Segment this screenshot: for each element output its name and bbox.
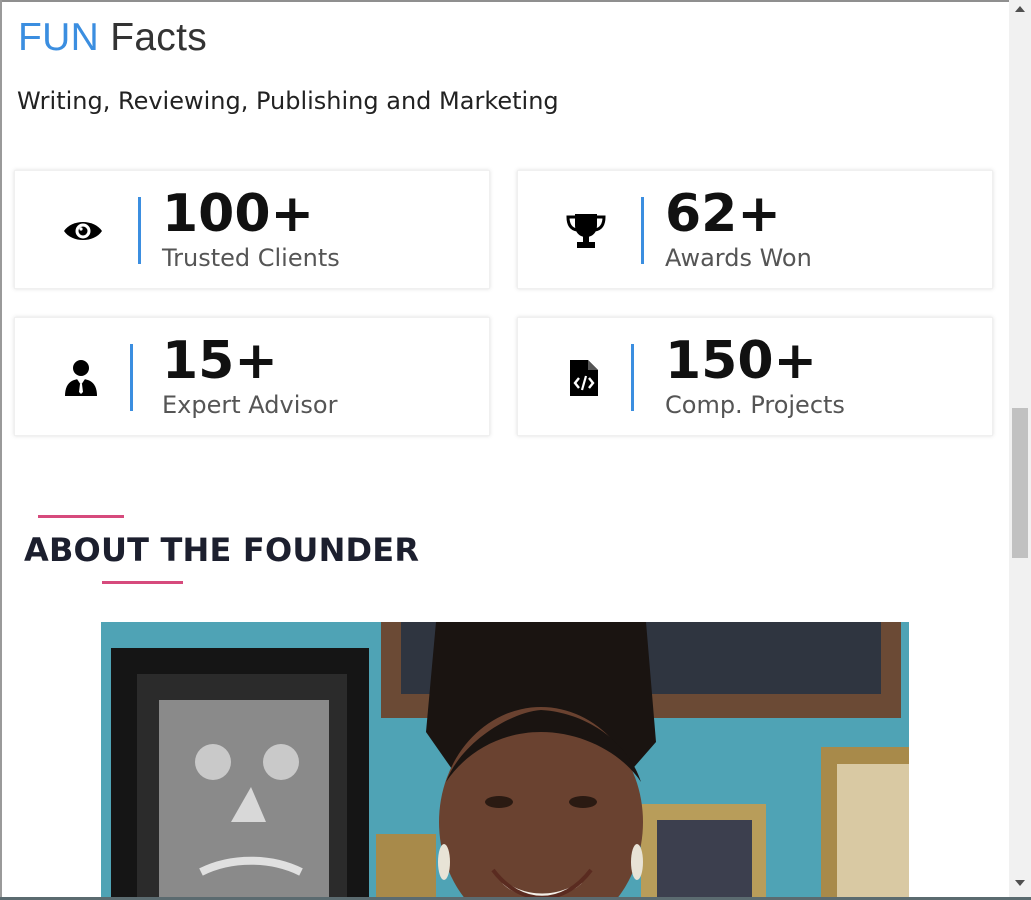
vertical-scrollbar[interactable] <box>1009 0 1031 897</box>
stat-label: Expert Advisor <box>162 391 338 419</box>
section-accent-line-top <box>38 515 124 518</box>
code-file-icon <box>562 358 606 398</box>
fun-facts-heading: FUN Facts <box>18 14 207 62</box>
heading-rest: Facts <box>99 16 208 59</box>
stat-divider <box>641 197 644 264</box>
stat-divider <box>130 344 133 411</box>
stat-card-expert-advisor: 15+ Expert Advisor <box>14 317 490 436</box>
section-accent-line-bottom <box>102 581 183 584</box>
stat-divider <box>138 197 141 264</box>
stat-value: 100+ <box>162 184 315 244</box>
trophy-icon <box>564 211 608 251</box>
stat-label: Awards Won <box>665 244 812 272</box>
stat-card-trusted-clients: 100+ Trusted Clients <box>14 170 490 289</box>
fun-facts-subtitle: Writing, Reviewing, Publishing and Marke… <box>17 87 559 115</box>
eye-icon <box>61 211 105 251</box>
stat-card-comp-projects: 150+ Comp. Projects <box>517 317 993 436</box>
scroll-up-arrow-icon[interactable] <box>1015 6 1025 12</box>
stat-value: 15+ <box>162 331 278 391</box>
window-frame-top <box>0 0 1031 2</box>
stat-label: Trusted Clients <box>162 244 340 272</box>
stat-value: 150+ <box>665 331 818 391</box>
stat-value: 62+ <box>665 184 781 244</box>
scroll-down-arrow-icon[interactable] <box>1015 880 1025 886</box>
stat-card-awards-won: 62+ Awards Won <box>517 170 993 289</box>
advisor-icon <box>59 358 103 398</box>
founder-section-title: ABOUT THE FOUNDER <box>24 531 420 569</box>
stat-divider <box>631 344 634 411</box>
scrollbar-thumb[interactable] <box>1012 408 1028 558</box>
page-viewport: FUN Facts Writing, Reviewing, Publishing… <box>0 0 1031 900</box>
founder-photo <box>101 622 909 898</box>
heading-accent: FUN <box>18 16 100 59</box>
stat-label: Comp. Projects <box>665 391 845 419</box>
window-frame-left <box>0 0 2 900</box>
